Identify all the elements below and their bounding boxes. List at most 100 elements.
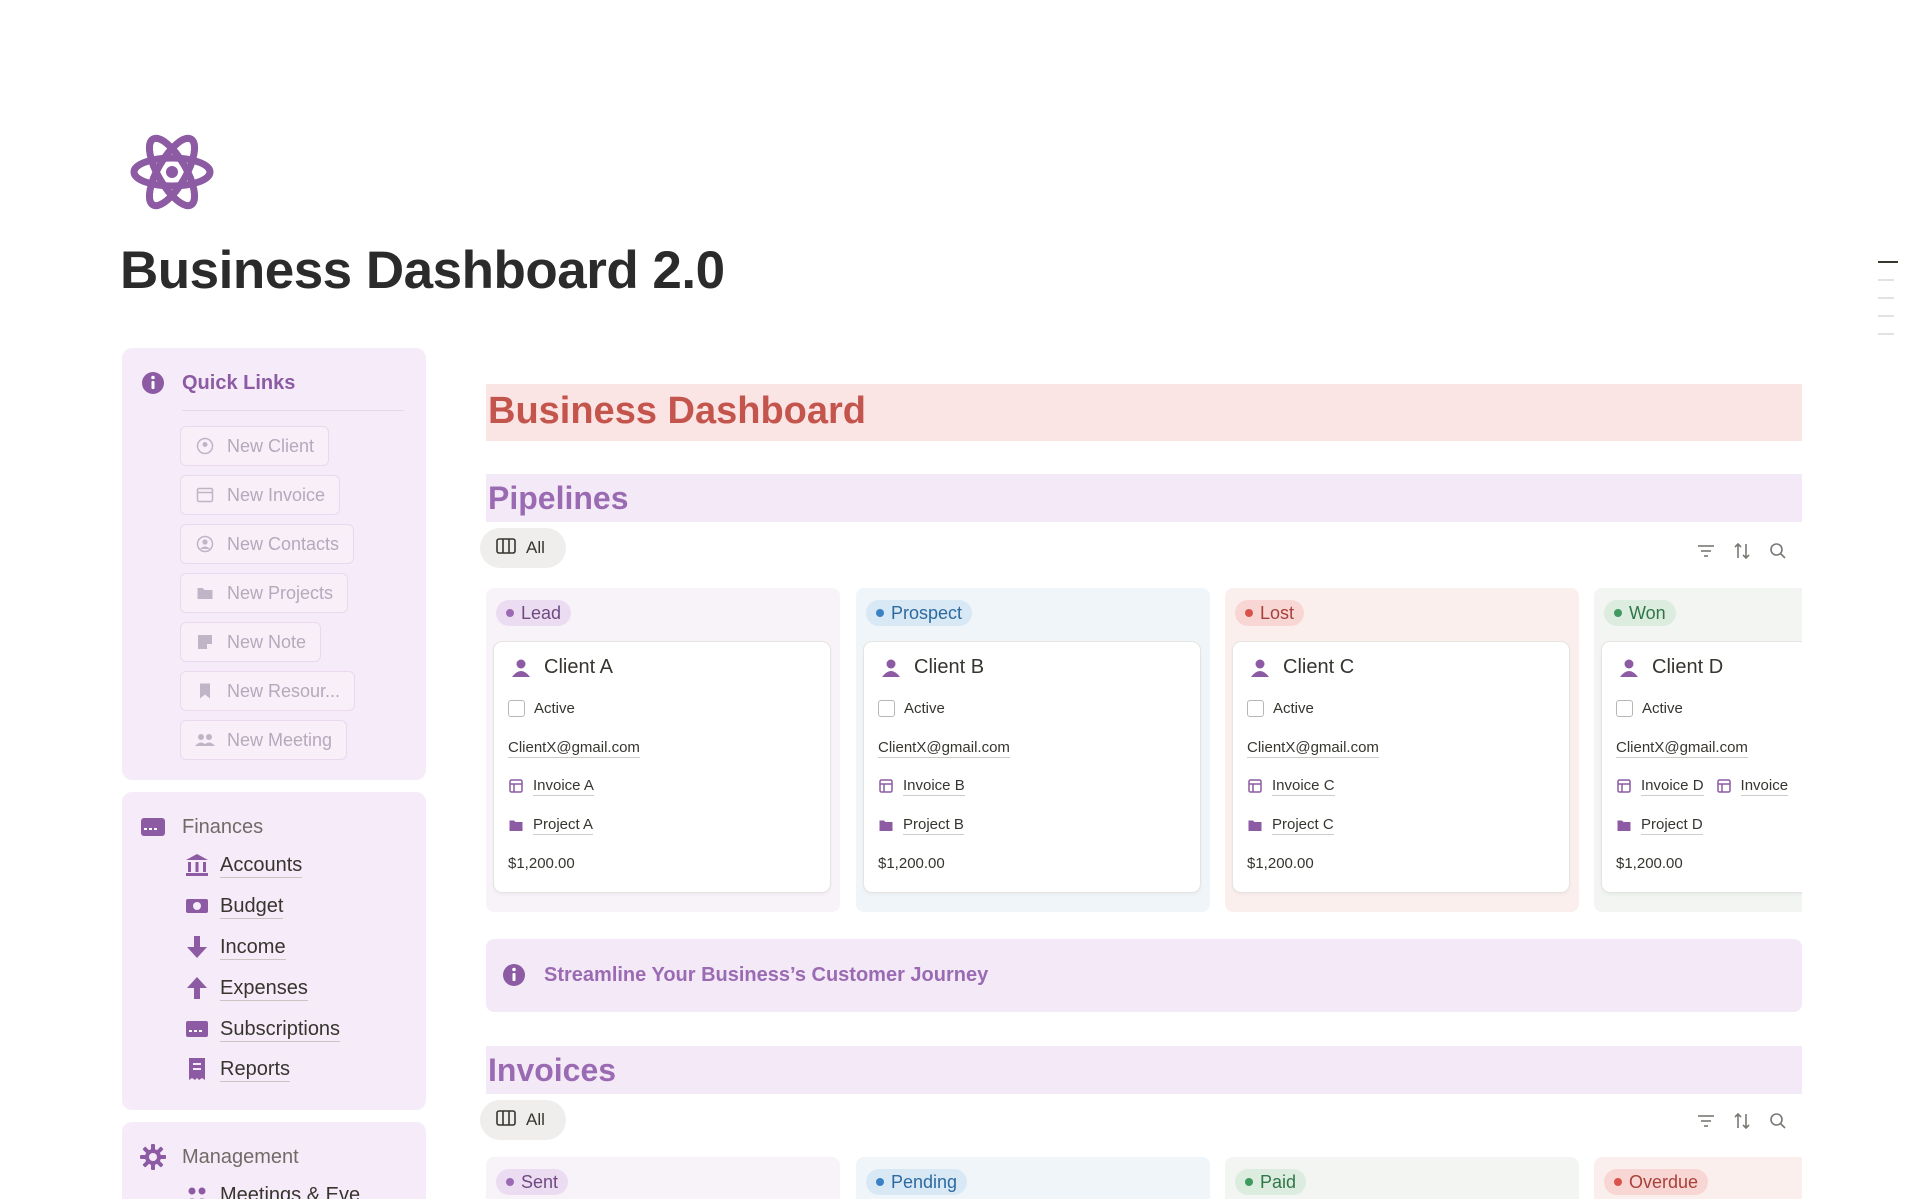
card-title[interactable]: Client C — [1249, 656, 1354, 679]
client-card[interactable]: Client A Active ClientX@gmail.com Invoic… — [494, 642, 830, 892]
client-email[interactable]: ClientX@gmail.com — [1247, 738, 1379, 758]
new-resource-button[interactable]: New Resour... — [180, 671, 356, 711]
active-checkbox[interactable] — [878, 700, 895, 717]
new-client-button[interactable]: New Client — [180, 426, 330, 466]
filter-icon[interactable] — [1695, 540, 1717, 562]
client-email[interactable]: ClientX@gmail.com — [508, 738, 640, 758]
project-row[interactable]: Project B — [878, 815, 964, 835]
project-link[interactable]: Project D — [1641, 815, 1703, 835]
project-link[interactable]: Project A — [533, 815, 594, 835]
invoice-link[interactable]: Invoice B — [903, 776, 965, 796]
card-title[interactable]: Client D — [1618, 656, 1723, 679]
customer-journey-callout: Streamline Your Business’s Customer Jour… — [486, 939, 1802, 1012]
toc-item[interactable] — [1878, 279, 1894, 281]
meetings-link[interactable]: Meetings & Eve — [184, 1178, 360, 1199]
table-of-contents[interactable] — [1878, 261, 1898, 351]
project-link[interactable]: Project B — [903, 815, 964, 835]
note-icon — [195, 632, 215, 652]
invoices-heading: Invoices — [486, 1046, 1802, 1094]
income-link[interactable]: Income — [184, 930, 286, 964]
invoice-icon — [1247, 778, 1263, 794]
invoice-row[interactable]: Invoice C — [1247, 776, 1335, 796]
status-badge[interactable]: Lost — [1235, 600, 1305, 626]
management-panel: Management Meetings & Eve — [122, 1122, 426, 1199]
invoice-link[interactable]: Invoice C — [1272, 776, 1335, 796]
new-contacts-label: New Contacts — [227, 533, 340, 554]
invoices-view-tab-all[interactable]: All — [480, 1100, 566, 1140]
email-row[interactable]: ClientX@gmail.com — [508, 738, 640, 758]
quick-links-panel: Quick Links New Client New Invoice New C… — [122, 348, 426, 780]
status-badge[interactable]: Paid — [1235, 1169, 1307, 1195]
pipeline-column-lead: Lead Client A Active ClientX@gmail.com I… — [486, 588, 840, 912]
active-checkbox-row[interactable]: Active — [508, 700, 575, 717]
bank-icon — [184, 852, 210, 878]
status-badge[interactable]: Won — [1604, 600, 1676, 626]
pipelines-view-tab-all[interactable]: All — [480, 528, 566, 568]
filter-icon[interactable] — [1695, 1110, 1717, 1132]
reports-link[interactable]: Reports — [184, 1052, 291, 1086]
status-badge[interactable]: Sent — [496, 1169, 569, 1195]
toc-item[interactable] — [1878, 315, 1894, 317]
status-badge[interactable]: Pending — [866, 1169, 968, 1195]
project-link[interactable]: Project C — [1272, 815, 1334, 835]
invoices-title: Invoices — [488, 1052, 617, 1088]
card-title[interactable]: Client B — [880, 656, 984, 679]
invoice-link[interactable]: Invoice A — [533, 776, 594, 796]
status-badge[interactable]: Overdue — [1604, 1169, 1709, 1195]
active-checkbox-row[interactable]: Active — [1616, 700, 1683, 717]
status-badge[interactable]: Lead — [496, 600, 572, 626]
client-card[interactable]: Client C Active ClientX@gmail.com Invoic… — [1233, 642, 1569, 892]
card-icon — [184, 1016, 210, 1042]
amount-row: $1,200.00 — [1616, 855, 1683, 872]
expenses-link[interactable]: Expenses — [184, 971, 308, 1005]
new-note-button[interactable]: New Note — [180, 622, 322, 662]
subscriptions-link[interactable]: Subscriptions — [184, 1012, 341, 1046]
invoice-row[interactable]: Invoice A — [508, 776, 594, 796]
toc-item[interactable] — [1878, 297, 1894, 299]
amount-row: $1,200.00 — [878, 855, 945, 872]
new-invoice-button[interactable]: New Invoice — [180, 475, 341, 515]
search-icon[interactable] — [1767, 1110, 1789, 1132]
project-row[interactable]: Project D — [1616, 815, 1703, 835]
invoice-link[interactable]: Invoice — [1740, 776, 1789, 796]
active-checkbox[interactable] — [1616, 700, 1633, 717]
new-meeting-label: New Meeting — [227, 729, 333, 750]
client-email[interactable]: ClientX@gmail.com — [1616, 738, 1748, 758]
new-contacts-button[interactable]: New Contacts — [180, 524, 355, 564]
sort-icon[interactable] — [1731, 1110, 1753, 1132]
amount-value: $1,200.00 — [878, 855, 945, 872]
accounts-link[interactable]: Accounts — [184, 848, 303, 882]
card-title[interactable]: Client A — [510, 656, 613, 679]
search-icon[interactable] — [1767, 540, 1789, 562]
client-name: Client B — [914, 656, 985, 678]
budget-link[interactable]: Budget — [184, 889, 284, 923]
project-row[interactable]: Project C — [1247, 815, 1334, 835]
active-checkbox-row[interactable]: Active — [878, 700, 945, 717]
toc-item[interactable] — [1878, 261, 1898, 263]
status-badge[interactable]: Prospect — [866, 600, 973, 626]
divider — [182, 410, 404, 411]
email-row[interactable]: ClientX@gmail.com — [878, 738, 1010, 758]
dashboard-banner-title: Business Dashboard — [488, 390, 866, 432]
quick-links-title: Quick Links — [182, 371, 296, 394]
new-projects-button[interactable]: New Projects — [180, 573, 349, 613]
email-row[interactable]: ClientX@gmail.com — [1616, 738, 1748, 758]
active-checkbox-row[interactable]: Active — [1247, 700, 1314, 717]
email-row[interactable]: ClientX@gmail.com — [1247, 738, 1379, 758]
sort-icon[interactable] — [1731, 540, 1753, 562]
toc-item[interactable] — [1878, 333, 1894, 335]
active-checkbox[interactable] — [508, 700, 525, 717]
amount-row: $1,200.00 — [508, 855, 575, 872]
client-email[interactable]: ClientX@gmail.com — [878, 738, 1010, 758]
invoice-row[interactable]: Invoice B — [878, 776, 965, 796]
card-icon — [140, 814, 166, 840]
view-tab-label: All — [526, 538, 545, 557]
invoice-row[interactable]: Invoice D Invoice — [1616, 776, 1789, 796]
client-card[interactable]: Client D Active ClientX@gmail.com Invoic… — [1602, 642, 1802, 892]
client-card[interactable]: Client B Active ClientX@gmail.com Invoic… — [864, 642, 1200, 892]
new-meeting-button[interactable]: New Meeting — [180, 720, 348, 760]
invoice-link[interactable]: Invoice D — [1641, 776, 1704, 796]
folder-icon — [1616, 817, 1632, 833]
active-checkbox[interactable] — [1247, 700, 1264, 717]
project-row[interactable]: Project A — [508, 815, 594, 835]
